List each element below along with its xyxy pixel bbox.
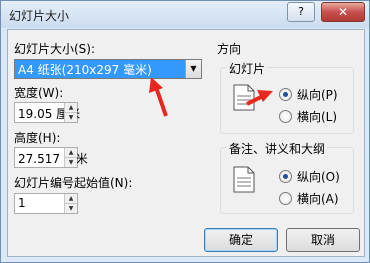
arrow-to-dropdown-icon <box>149 77 168 117</box>
annotation-arrows <box>149 77 273 117</box>
page-setup-dialog: 幻灯片大小 ? ✕ 幻灯片大小(S): A4 纸张(210x297 毫米) ▼ … <box>0 0 370 263</box>
arrow-to-portrait-icon <box>246 90 273 106</box>
